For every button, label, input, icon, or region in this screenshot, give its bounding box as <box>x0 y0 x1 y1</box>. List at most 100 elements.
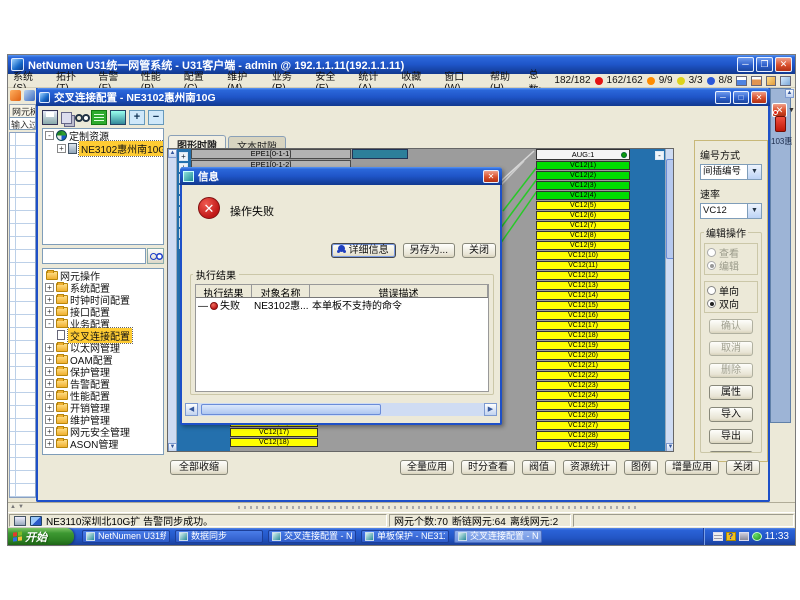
column-header[interactable]: 执行结果 <box>196 285 252 297</box>
vc12-cell[interactable]: VC12(11) <box>536 261 630 270</box>
timeslot-cell[interactable] <box>352 149 408 159</box>
start-button[interactable]: 开始 <box>8 528 74 545</box>
splitter-strip[interactable]: ▲ ▼ <box>8 502 795 512</box>
taskbar-task[interactable]: 交叉连接配置 - N... <box>268 530 356 543</box>
expand-box[interactable]: + <box>45 415 54 424</box>
detail-button[interactable]: 详细信息 <box>331 243 396 258</box>
side-button[interactable]: 导出 <box>709 429 753 444</box>
vc12-cell[interactable]: VC12(29) <box>536 441 630 450</box>
search-input[interactable] <box>42 248 146 264</box>
aug-header[interactable]: AUG:1 <box>536 149 630 160</box>
grid-right-scrollbar[interactable]: ▼ <box>665 149 674 452</box>
scroll-thumb[interactable] <box>666 159 674 259</box>
save-as-button[interactable]: 另存为... <box>403 243 455 258</box>
scroll-down-icon[interactable]: ▼ <box>666 443 674 452</box>
expand-box[interactable]: + <box>179 152 188 161</box>
window-close-icon[interactable]: ✕ <box>751 91 767 104</box>
numbering-select[interactable]: 间插编号 ▼ <box>700 164 762 180</box>
vc12-cell[interactable]: VC12(26) <box>536 411 630 420</box>
bottom-button[interactable]: 时分查看 <box>461 460 515 475</box>
vc12-cell[interactable]: VC12(6) <box>536 211 630 220</box>
expand-box[interactable]: + <box>45 367 54 376</box>
vc12-cell[interactable]: VC12(21) <box>536 361 630 370</box>
splitter-up-icon[interactable]: ▲ <box>10 504 16 510</box>
expand-box[interactable]: + <box>45 379 54 388</box>
direction-radio[interactable]: 双向 <box>707 297 755 310</box>
scroll-right-icon[interactable]: ▶ <box>484 403 497 416</box>
vc12-cell[interactable]: VC12(8) <box>536 231 630 240</box>
binoculars-icon[interactable] <box>75 114 83 122</box>
bottom-button[interactable]: 关闭 <box>726 460 760 475</box>
mode-radio[interactable]: 编辑 <box>707 259 755 272</box>
chevron-down-icon[interactable]: ▼ <box>747 165 761 179</box>
vc12-cell[interactable]: VC12(20) <box>536 351 630 360</box>
grid-vertical-scrollbar[interactable]: ▲ ▼ <box>168 149 177 452</box>
chart-icon[interactable] <box>736 76 747 86</box>
expand-box[interactable]: + <box>45 295 54 304</box>
window-minimize-icon[interactable]: ─ <box>715 91 731 104</box>
vc12-cell[interactable]: VC12(1) <box>536 161 630 170</box>
vc12-cell[interactable]: VC12(16) <box>536 311 630 320</box>
device-icon[interactable] <box>739 532 749 541</box>
side-button[interactable]: 确认 <box>709 319 753 334</box>
expand-box[interactable]: + <box>45 283 54 292</box>
expand-box[interactable]: + <box>45 343 54 352</box>
chevron-down-icon[interactable]: ▼ <box>747 204 761 218</box>
dialog-titlebar[interactable]: 信息 ✕ <box>180 167 502 185</box>
side-button[interactable]: 导入 <box>709 407 753 422</box>
column-header[interactable]: 错误描述 <box>310 285 488 297</box>
vc12-cell[interactable]: VC12(7) <box>536 221 630 230</box>
vc12-cell[interactable]: VC12(18) <box>536 331 630 340</box>
ne-node-icon[interactable] <box>775 116 786 132</box>
collapse-box[interactable]: - <box>655 151 664 160</box>
side-button[interactable]: 删除 <box>709 363 753 378</box>
vc12-cell[interactable]: VC12(28) <box>536 431 630 440</box>
bottom-button[interactable]: 全量应用 <box>400 460 454 475</box>
side-button[interactable]: 属性 <box>709 385 753 400</box>
expand-box[interactable]: + <box>45 391 54 400</box>
column-header[interactable]: 对象名称 <box>252 285 310 297</box>
expand-box[interactable]: + <box>45 439 54 448</box>
expand-box[interactable]: + <box>45 427 54 436</box>
vc12-cell[interactable]: VC12(14) <box>536 291 630 300</box>
taskbar-task[interactable]: 单板保护 - NE311... <box>361 530 449 543</box>
printer-icon[interactable] <box>713 532 723 541</box>
port-row[interactable]: EPE1[0-1-1] <box>191 149 351 159</box>
vc12-cell[interactable]: VC12(3) <box>536 181 630 190</box>
scroll-left-icon[interactable]: ◀ <box>185 403 198 416</box>
dialog-close-button[interactable]: 关闭 <box>462 243 496 258</box>
vc12-cell[interactable]: VC12(18) <box>230 438 318 447</box>
copy-icon[interactable] <box>61 112 72 124</box>
vc12-cell[interactable]: VC12(24) <box>536 391 630 400</box>
expand-box[interactable]: + <box>45 355 54 364</box>
vc12-cell[interactable]: VC12(10) <box>536 251 630 260</box>
dialog-close-icon[interactable]: ✕ <box>483 170 499 183</box>
table-row[interactable]: —失败 NE3102惠... 本单板不支持的命令 <box>196 298 488 311</box>
collapse-all-button[interactable]: 全部收缩 <box>170 460 228 475</box>
bottom-button[interactable]: 阀值 <box>522 460 556 475</box>
dialog-horizontal-scrollbar[interactable]: ◀ ▶ <box>185 403 497 416</box>
rate-select[interactable]: VC12 ▼ <box>700 203 762 219</box>
save-icon[interactable] <box>42 110 58 125</box>
bottom-button[interactable]: 增量应用 <box>665 460 719 475</box>
vc12-cell[interactable]: VC12(5) <box>536 201 630 210</box>
bottom-button[interactable]: 资源统计 <box>563 460 617 475</box>
ne-filter-input[interactable]: 输入过 <box>9 117 36 130</box>
tree-item-ne[interactable]: + NE3102惠州南10G <box>43 142 163 155</box>
scroll-thumb[interactable] <box>201 404 381 415</box>
toolbar-icon-orange[interactable] <box>10 90 21 101</box>
vc12-cell[interactable]: VC12(13) <box>536 281 630 290</box>
expand-box[interactable]: + <box>57 144 66 153</box>
expand-box[interactable]: + <box>45 307 54 316</box>
expand-box[interactable]: - <box>45 319 54 328</box>
ne-table[interactable] <box>9 132 36 498</box>
vc12-cell[interactable]: VC12(22) <box>536 371 630 380</box>
scroll-down-icon[interactable]: ▼ <box>168 443 177 452</box>
tree-item[interactable]: + ASON管理 <box>43 437 163 449</box>
list-icon[interactable] <box>91 110 107 125</box>
scroll-up-icon[interactable]: ▲ <box>168 149 177 158</box>
vc12-cell[interactable]: VC12(9) <box>536 241 630 250</box>
clock-status-icon[interactable] <box>752 532 762 541</box>
vc12-cell[interactable]: VC12(4) <box>536 191 630 200</box>
zoom-in-icon[interactable]: + <box>129 110 145 125</box>
